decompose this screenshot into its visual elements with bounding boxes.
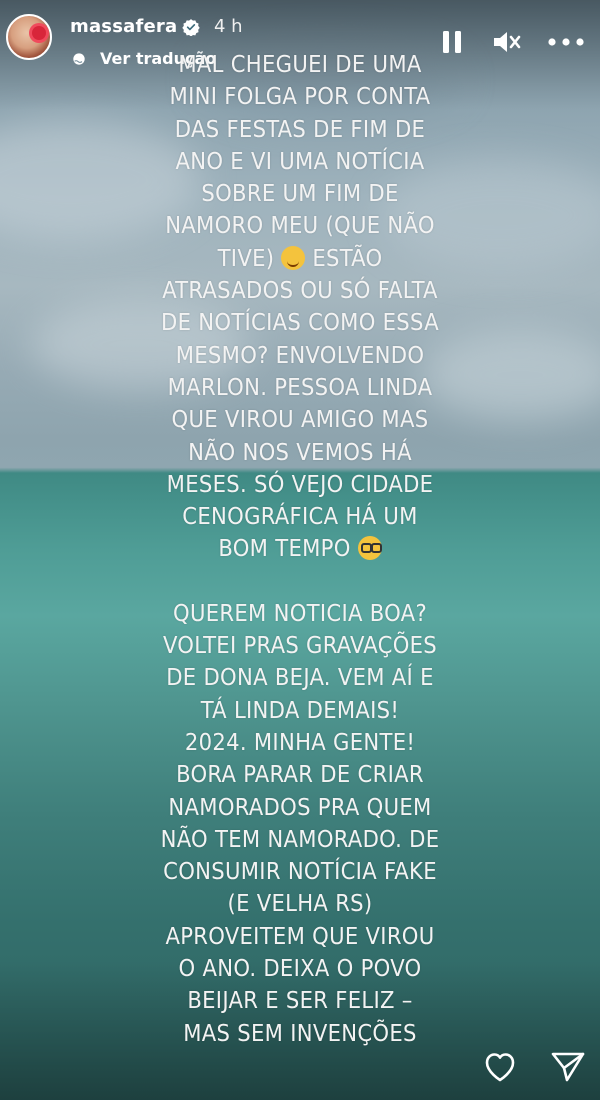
- story-text-line: NÃO TEM NAMORADO. DE: [160, 824, 440, 853]
- story-text-line: BEIJAR E SER FELIZ –: [187, 986, 413, 1015]
- story-text: MAL CHEGUEI DE UMA MINI FOLGA POR CONTA …: [120, 48, 480, 1049]
- winking-tongue-emoji: [281, 245, 306, 270]
- story-text-line: DE DONA BEJA. VEM AÍ E: [166, 663, 434, 692]
- story-text-line: DE NOTÍCIAS COMO ESSA: [161, 308, 439, 337]
- story-text-line: (E VELHA RS): [227, 889, 373, 918]
- story-text-line: O ANO. DEIXA O POVO: [178, 954, 422, 983]
- story-text-line: APROVEITEM QUE VIROU: [165, 921, 435, 950]
- verified-badge-icon: [182, 19, 200, 36]
- story-text-line: MAL CHEGUEI DE UMA: [178, 50, 422, 78]
- story-text-line: MESMO? ENVOLVENDO: [175, 340, 425, 369]
- story-text-line: NAMORO MEU (QUE NÃO: [165, 211, 435, 240]
- story-text-line: SOBRE UM FIM DE: [201, 179, 399, 208]
- story-time: 4 h: [214, 16, 243, 37]
- story-text-line: CONSUMIR NOTÍCIA FAKE: [163, 857, 437, 886]
- story-text-fragment: TIVE): [217, 243, 275, 272]
- story-text-line: DAS FESTAS DE FIM DE: [174, 114, 426, 143]
- story-text-line: CENOGRÁFICA HÁ UM: [182, 502, 418, 531]
- speaker-muted-icon[interactable]: [491, 28, 521, 56]
- avatar-flower: [32, 26, 46, 40]
- story-text-line: QUE VIROU AMIGO MAS: [171, 405, 429, 434]
- avatar[interactable]: [6, 14, 52, 60]
- send-icon[interactable]: [548, 1046, 588, 1086]
- story-text-line: MARLON. PESSOA LINDA: [167, 372, 433, 401]
- story-text-line: NAMORADOS PRA QUEM: [168, 792, 432, 821]
- story-text-fragment: ESTÃO: [312, 243, 383, 272]
- story-text-line: MESES. SÓ VEJO CIDADE: [166, 469, 434, 498]
- story-text-line: ATRASADOS OU SÓ FALTA: [162, 276, 438, 305]
- more-horizontal-icon[interactable]: [546, 28, 586, 56]
- story-text-line: QUEREM NOTICIA BOA?: [173, 598, 427, 627]
- story-text-line: TÁ LINDA DEMAIS!: [200, 695, 400, 724]
- username[interactable]: massafera: [70, 16, 177, 37]
- story-text-line-with-emoji: BOM TEMPO: [120, 532, 480, 564]
- story-text-line: MINI FOLGA POR CONTA: [169, 82, 431, 111]
- story-text-fragment: BOM TEMPO: [218, 534, 351, 563]
- heart-icon[interactable]: [480, 1046, 520, 1086]
- story-text-line: ANO E VI UMA NOTÍCIA: [175, 146, 425, 175]
- story-viewer[interactable]: massafera 4 h Ver tradução MAL CHEGUEI D…: [0, 0, 600, 1100]
- story-text-line: NÃO NOS VEMOS HÁ: [188, 437, 412, 466]
- story-text-line: MAS SEM INVENÇÕES: [183, 1018, 417, 1047]
- story-text-line-with-emoji: TIVE) ESTÃO: [120, 242, 480, 274]
- nerd-glasses-emoji: [357, 536, 382, 561]
- story-text-line: 2024. MINHA GENTE!: [184, 727, 416, 756]
- story-text-line: VOLTEI PRAS GRAVAÇÕES: [162, 631, 438, 660]
- story-text-line: BORA PARAR DE CRIAR: [176, 760, 424, 789]
